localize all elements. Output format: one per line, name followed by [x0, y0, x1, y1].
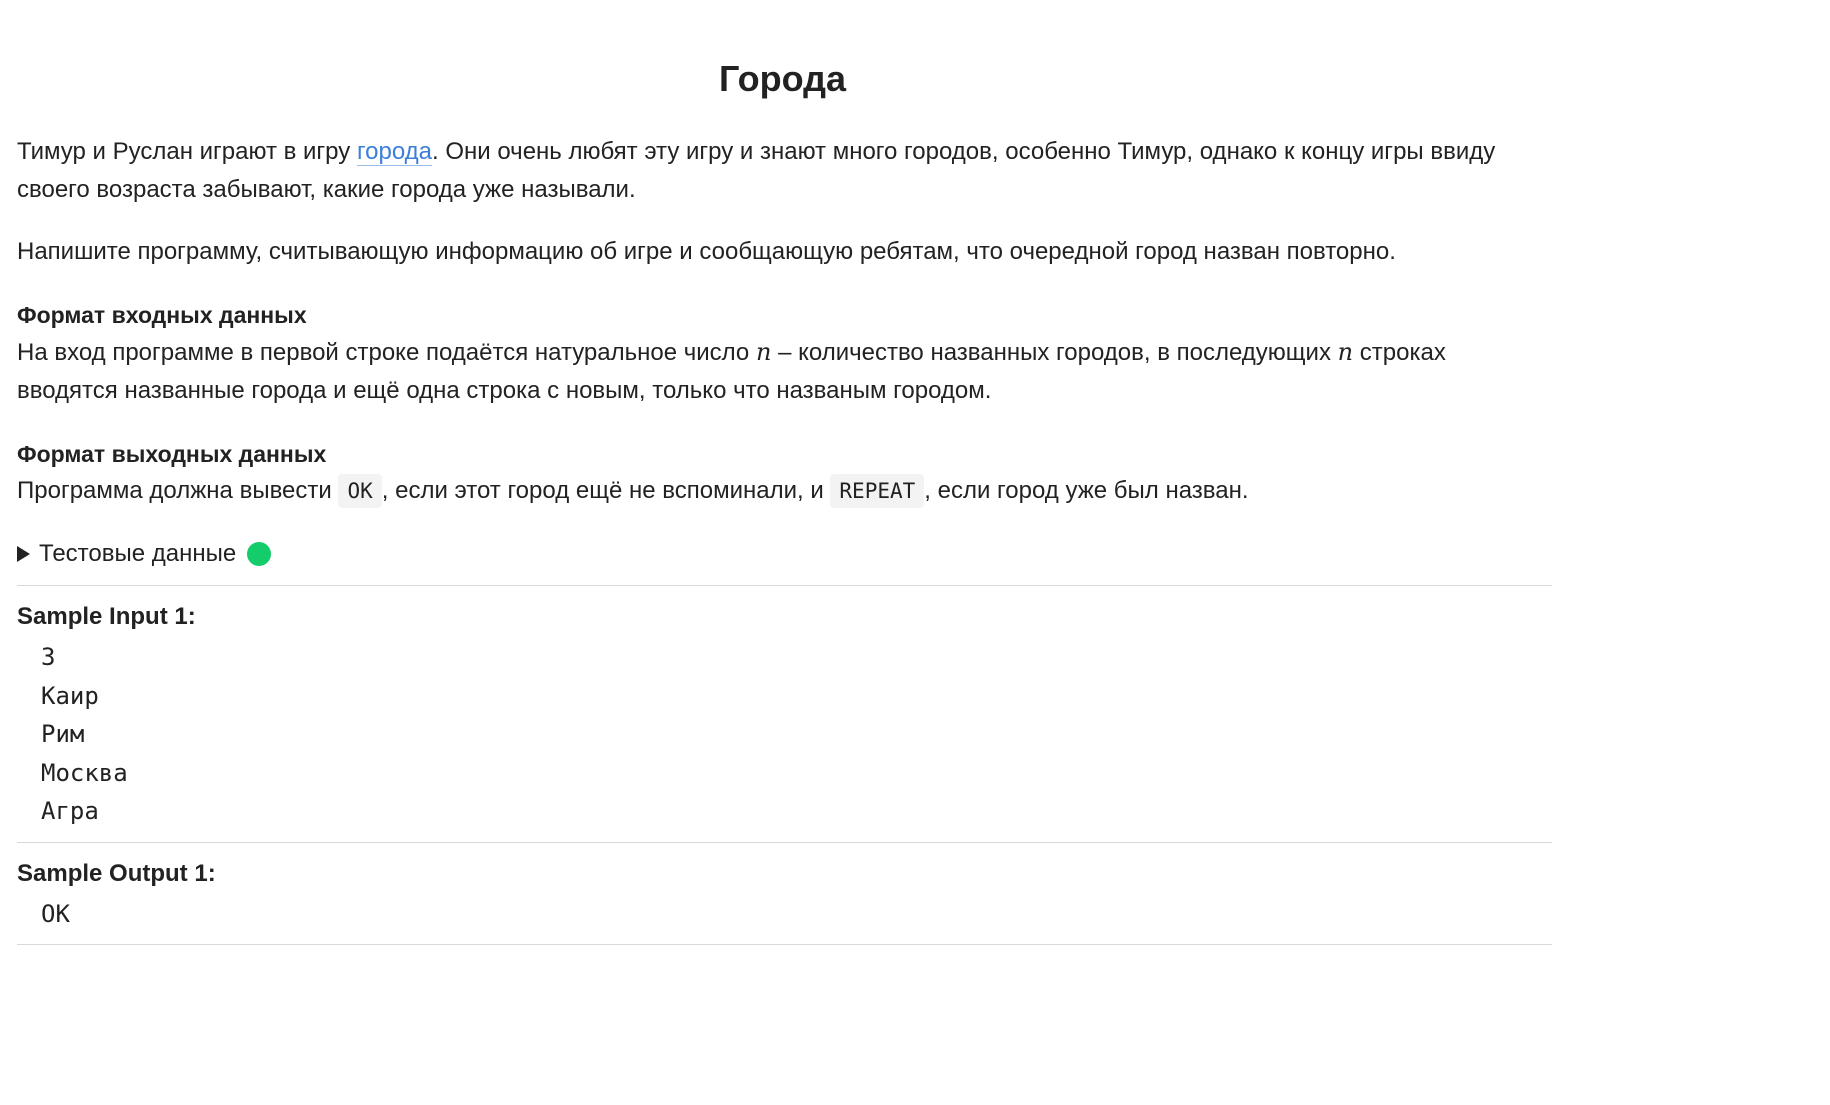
- input-format-text: На вход программе в первой строке подаёт…: [17, 333, 1552, 410]
- variable-n: n: [1337, 338, 1354, 366]
- code-repeat: REPEAT: [830, 474, 925, 508]
- code-ok: OK: [338, 474, 382, 508]
- sample-input-line: Москва: [41, 758, 128, 787]
- sample-input-line: Рим: [41, 720, 85, 748]
- sample-input-block: 3 Каир Рим Москва Агра: [17, 636, 1552, 831]
- input-format-text-part: – количество названных городов, в послед…: [771, 339, 1338, 366]
- disclosure-triangle-icon[interactable]: [17, 546, 30, 562]
- divider: [17, 585, 1552, 586]
- sample-input-line: Агра: [41, 797, 99, 825]
- test-data-label[interactable]: Тестовые данные: [39, 535, 236, 573]
- sample-output-line: OK: [41, 899, 70, 928]
- divider: [17, 944, 1552, 945]
- output-format-text-part: Программа должна вывести: [17, 477, 339, 504]
- intro-paragraph: Тимур и Руслан играют в игру города. Они…: [17, 133, 1552, 209]
- sample-output-heading: Sample Output 1:: [17, 859, 216, 887]
- sample-input-line: 3: [41, 643, 56, 671]
- sample-input-line: Каир: [41, 681, 99, 710]
- variable-n: n: [755, 338, 772, 366]
- sample-input-heading: Sample Input 1:: [17, 603, 196, 630]
- output-format-text-part: , если этот город ещё не вспоминали, и: [381, 477, 831, 504]
- sample-output-block: OK: [17, 893, 1552, 934]
- intro-text-start: Тимур и Руслан играют в игру: [17, 138, 357, 165]
- input-format-heading: Формат входных данных: [17, 302, 307, 328]
- page-title: Города: [719, 58, 846, 99]
- problem-statement: Тимур и Руслан играют в игру города. Они…: [17, 133, 1552, 945]
- input-format-text-part: На вход программе в первой строке подаёт…: [17, 339, 756, 366]
- divider: [17, 841, 1552, 843]
- status-dot-icon: [247, 542, 272, 566]
- output-format-heading: Формат выходных данных: [17, 441, 327, 467]
- task-paragraph: Напишите программу, считывающую информац…: [17, 238, 1396, 265]
- output-format-text: Программа должна вывести OK, если этот г…: [17, 472, 1552, 510]
- output-format-text-part: , если город уже был назван.: [924, 477, 1249, 504]
- cities-game-link[interactable]: города: [356, 138, 433, 166]
- problem-page: Города Тимур и Руслан играют в игру горо…: [0, 0, 1830, 1105]
- test-data-toggle[interactable]: Тестовые данные: [17, 534, 1552, 574]
